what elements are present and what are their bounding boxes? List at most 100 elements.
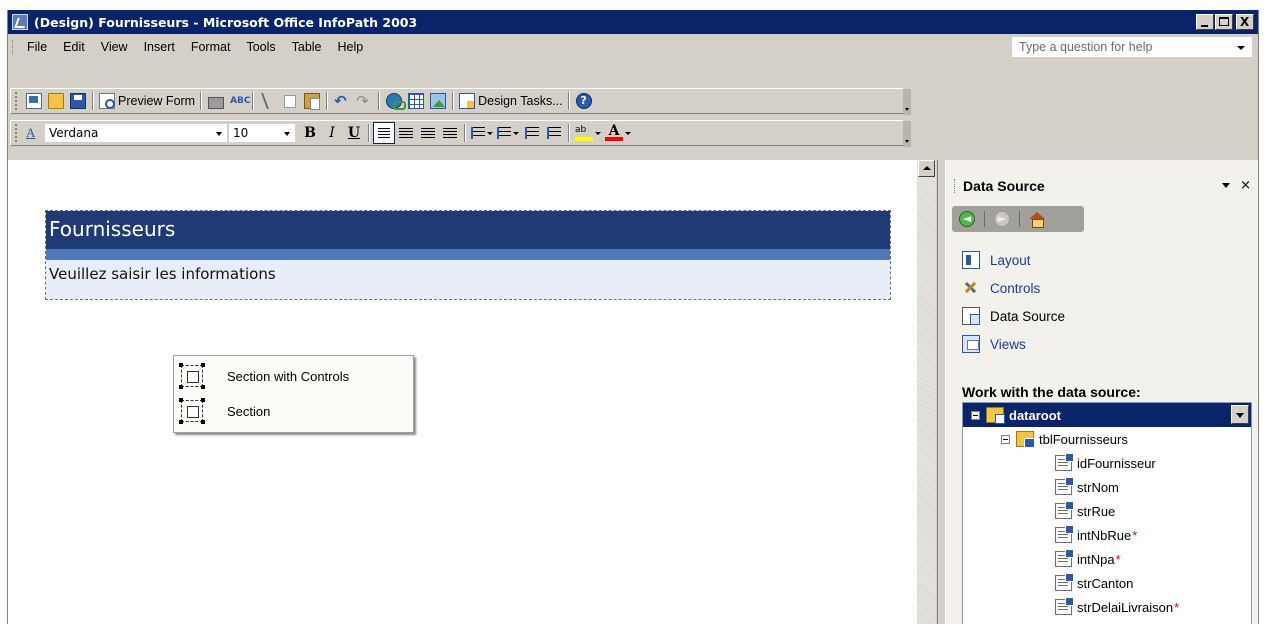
tree-node-field[interactable]: strRue (1055, 499, 1115, 523)
data-source-tree[interactable]: dataroot tblFournisseurs idFournisseur s… (962, 402, 1252, 624)
toolbar-options-button[interactable] (903, 89, 911, 115)
design-new-button[interactable] (23, 90, 45, 112)
save-button[interactable] (67, 90, 89, 112)
link-data-source-label[interactable]: Data Source (990, 309, 1065, 324)
form-design-canvas[interactable]: Fournisseurs Veuillez saisir les informa… (8, 160, 917, 624)
task-pane-menu-icon[interactable] (1222, 183, 1231, 188)
design-tasks-button[interactable]: Design Tasks... (457, 90, 565, 112)
spelling-button[interactable]: ABC (227, 90, 250, 112)
font-color-button[interactable]: A (603, 122, 633, 144)
close-icon: X (1240, 15, 1250, 29)
menu-edit[interactable]: Edit (55, 40, 93, 54)
forward-button[interactable]: ► (991, 209, 1013, 229)
home-button[interactable] (1026, 209, 1048, 229)
link-controls[interactable]: Controls (962, 274, 1065, 302)
font-name-select[interactable]: Verdana (45, 124, 227, 142)
paste-button[interactable] (301, 90, 323, 112)
decrease-indent-button[interactable] (521, 122, 543, 144)
form-title[interactable]: Fournisseurs (49, 217, 175, 241)
ask-question-box[interactable]: Type a question for help (1012, 37, 1252, 57)
menu-help[interactable]: Help (330, 40, 372, 54)
form-header-section[interactable]: Fournisseurs Veuillez saisir les informa… (45, 210, 891, 300)
task-pane-close-icon[interactable]: × (1240, 178, 1251, 193)
undo-button[interactable]: ↶ (331, 90, 353, 112)
link-layout[interactable]: Layout (962, 246, 1065, 274)
cut-button[interactable] (257, 90, 279, 112)
tree-node-field[interactable]: intNpa * (1055, 547, 1121, 571)
menu-insert[interactable]: Insert (136, 40, 183, 54)
menu-item-section-with-controls[interactable]: Section with Controls (174, 361, 414, 391)
title-bar[interactable]: (Design) Fournisseurs - Microsoft Office… (8, 10, 1258, 34)
form-subtitle[interactable]: Veuillez saisir les informations (49, 265, 276, 283)
menu-bar-grip[interactable] (12, 40, 15, 54)
menu-file[interactable]: File (19, 40, 55, 54)
menu-view[interactable]: View (93, 40, 136, 54)
italic-button[interactable]: I (321, 122, 343, 144)
font-size-select[interactable]: 10 (229, 124, 295, 142)
menu-format[interactable]: Format (183, 40, 239, 54)
pane-splitter[interactable] (937, 160, 945, 624)
font-size-value: 10 (233, 126, 249, 140)
menu-item-label: Section with Controls (227, 368, 350, 384)
tree-node-field[interactable]: intNbRue * (1055, 523, 1137, 547)
font-styles-icon: A (26, 125, 36, 140)
link-data-source[interactable]: Data Source (962, 302, 1065, 330)
link-views-label[interactable]: Views (990, 337, 1026, 352)
tree-node-field[interactable]: strDelaiLivraison * (1055, 595, 1179, 619)
canvas-vertical-scrollbar[interactable] (917, 160, 936, 624)
numbering-button[interactable] (469, 122, 495, 144)
insert-hyperlink-button[interactable] (383, 90, 407, 112)
toolbar-grip[interactable] (15, 124, 19, 142)
menu-item-section[interactable]: Section (174, 396, 414, 426)
tree-node-field[interactable]: strCanton (1055, 571, 1133, 595)
tree-node-field[interactable]: strNom (1055, 475, 1119, 499)
application-window: (Design) Fournisseurs - Microsoft Office… (7, 10, 1259, 624)
align-right-button[interactable] (417, 122, 439, 144)
bullets-button[interactable] (495, 122, 521, 144)
insert-picture-button[interactable] (427, 90, 449, 112)
bold-button[interactable]: B (299, 122, 321, 144)
link-layout-label[interactable]: Layout (990, 253, 1031, 268)
back-button[interactable]: ◄ (956, 209, 978, 229)
align-center-button[interactable] (395, 122, 417, 144)
scroll-up-button[interactable] (918, 160, 935, 177)
chevron-down-icon[interactable] (1237, 46, 1245, 50)
insert-table-button[interactable] (405, 90, 427, 112)
redo-button[interactable]: ↷ (353, 90, 375, 112)
design-tasks-icon (459, 93, 476, 109)
minimize-button[interactable] (1196, 14, 1214, 30)
task-pane-title[interactable]: Data Source (963, 178, 1045, 194)
collapse-icon[interactable] (971, 410, 980, 420)
tree-node-field[interactable]: idFournisseur (1055, 451, 1156, 475)
print-button[interactable] (205, 90, 227, 112)
infopath-app-icon[interactable] (12, 14, 28, 30)
help-button[interactable]: ? (573, 90, 595, 112)
tree-node-dataroot[interactable]: dataroot (963, 403, 1251, 427)
task-pane-grip[interactable] (954, 179, 957, 193)
preview-form-button[interactable]: Preview Form (97, 90, 197, 112)
menu-tools[interactable]: Tools (238, 40, 283, 54)
required-marker: * (1174, 599, 1180, 615)
toolbar-grip[interactable] (15, 92, 19, 110)
open-button[interactable] (45, 90, 67, 112)
tree-node-tblfournisseurs[interactable]: tblFournisseurs (1001, 427, 1128, 451)
menu-table[interactable]: Table (284, 40, 330, 54)
link-views[interactable]: Views (962, 330, 1065, 358)
design-tasks-label: Design Tasks... (478, 94, 563, 108)
highlight-button[interactable]: ab (573, 122, 603, 144)
align-left-button[interactable] (373, 122, 395, 144)
nav-separator (984, 211, 985, 227)
maximize-button[interactable] (1215, 14, 1233, 30)
toolbar-options-button[interactable] (903, 121, 911, 147)
align-left-icon (378, 127, 390, 139)
collapse-icon[interactable] (1001, 434, 1010, 444)
maximize-icon (1219, 17, 1229, 26)
close-button[interactable]: X (1236, 14, 1254, 30)
justify-button[interactable] (439, 122, 461, 144)
increase-indent-button[interactable] (543, 122, 565, 144)
copy-button[interactable] (279, 90, 301, 112)
underline-button[interactable]: U (343, 122, 365, 144)
node-dropdown-button[interactable] (1231, 405, 1249, 424)
link-controls-label[interactable]: Controls (990, 281, 1040, 296)
styles-button[interactable]: A (23, 122, 45, 144)
